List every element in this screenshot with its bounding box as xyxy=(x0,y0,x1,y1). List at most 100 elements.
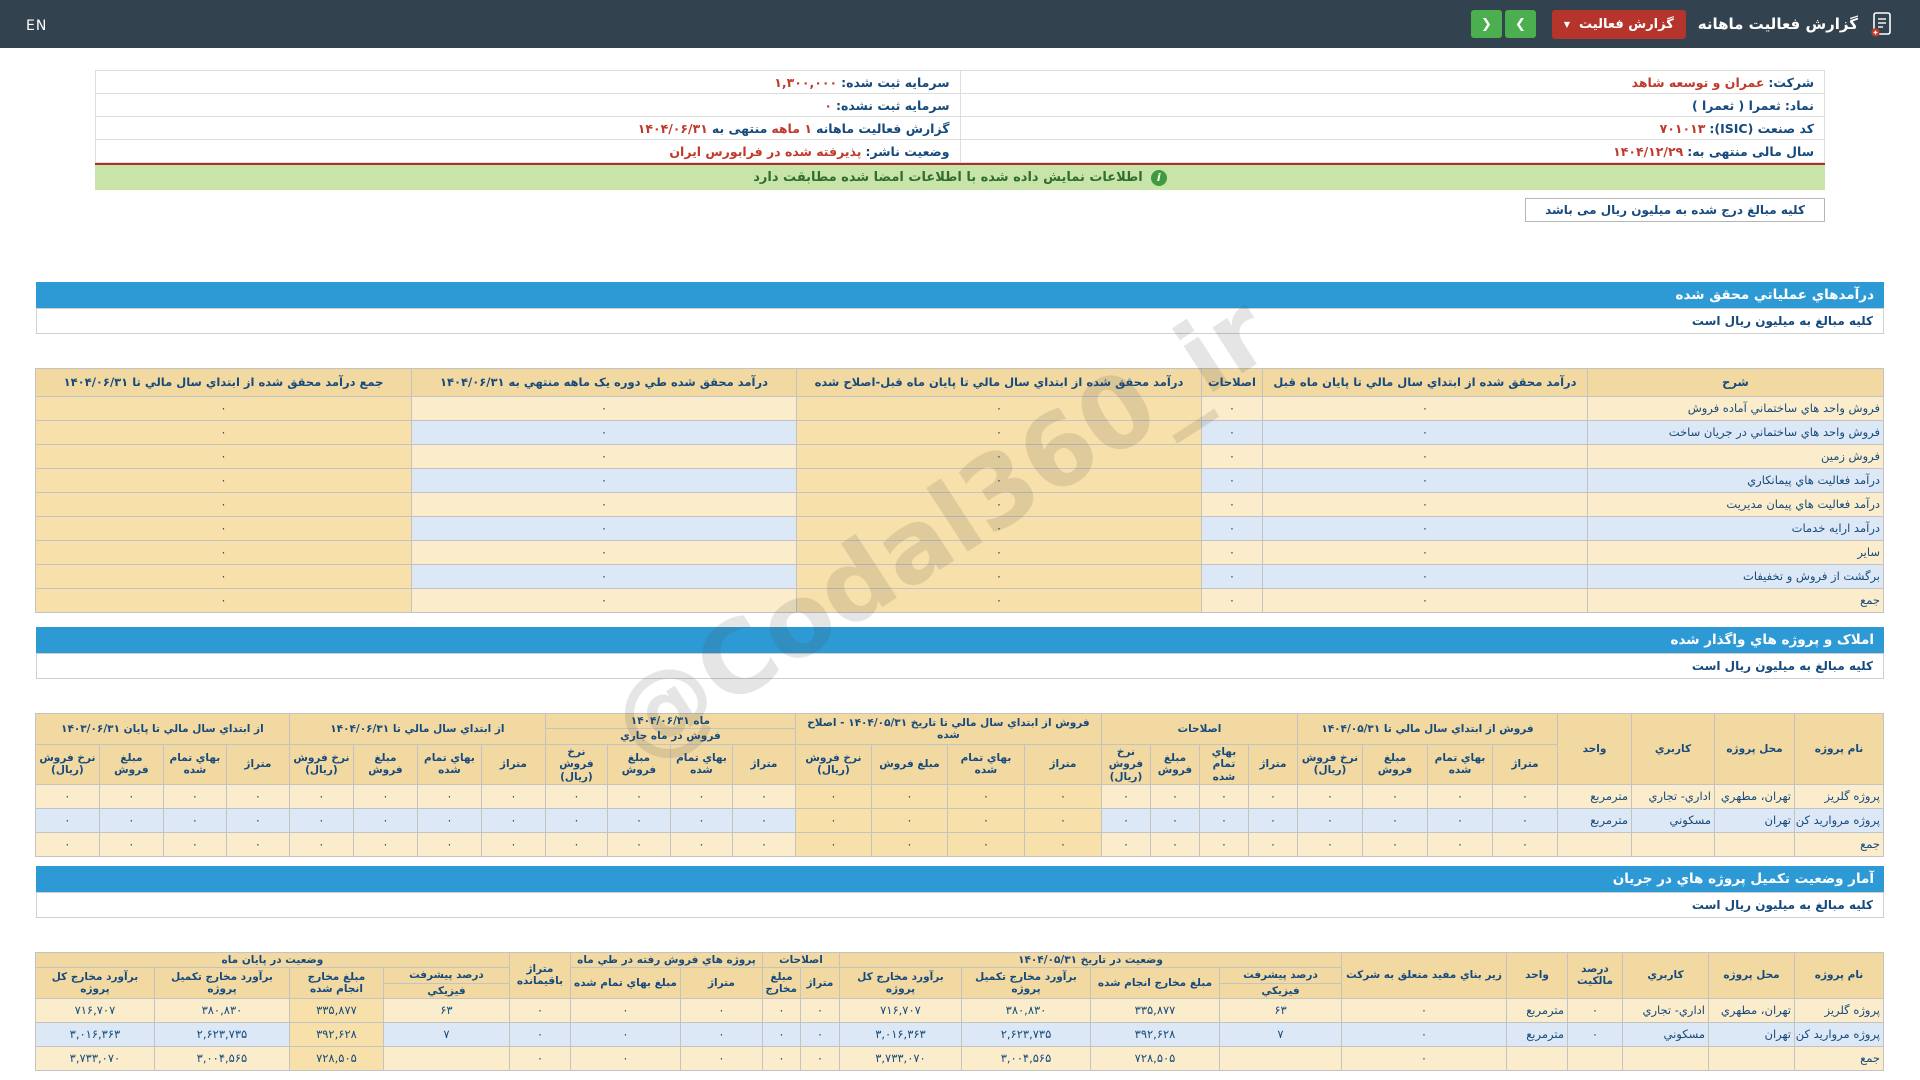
column-group-header: از ابتداي سال مالي تا ۱۴۰۴/۰۶/۳۱ xyxy=(289,714,545,745)
value-cell: تهران xyxy=(1715,808,1795,832)
value-cell: ۰ xyxy=(353,808,417,832)
value-cell: ۰ xyxy=(732,832,795,856)
value-cell: تهران، مطهري xyxy=(1709,999,1795,1023)
value-cell: ۰ xyxy=(509,999,570,1023)
table-header-row: شرح درآمد محقق شده از ابتداي سال مالي تا… xyxy=(36,369,1884,397)
column-header: متراژ xyxy=(732,744,795,784)
issuer-status-label: وضعیت ناشر: xyxy=(865,144,949,159)
column-header: نام پروژه xyxy=(1795,952,1884,998)
value-cell: ۰ xyxy=(412,397,797,421)
value-cell: ۳,۰۰۴,۵۶۵ xyxy=(962,1047,1091,1071)
column-header: متراژ xyxy=(680,968,762,999)
table-header-row: نام پروژه محل پروژه کاربري واحد فروش از … xyxy=(35,714,1883,729)
column-header: نرخ فروش (ريال) xyxy=(545,744,607,784)
value-cell: ۰ xyxy=(36,541,412,565)
value-cell: ۰ xyxy=(35,832,99,856)
value-cell: ۰ xyxy=(797,421,1202,445)
report-icon[interactable] xyxy=(1870,10,1894,38)
section-title-bar: درآمدهاي عملياتي محقق شده xyxy=(36,282,1884,308)
column-header: بهاي تمام شده xyxy=(163,744,226,784)
column-header: بهاي تمام شده xyxy=(417,744,481,784)
value-cell: ۰ xyxy=(1202,517,1263,541)
value-cell: اداري- تجاري xyxy=(1623,999,1709,1023)
value-cell: ۰ xyxy=(570,1047,680,1071)
value-cell: ۰ xyxy=(35,808,99,832)
table-row: درآمد فعاليت هاي پيمانکاري۰۰۰۰۰ xyxy=(36,469,1884,493)
company-info-table: شرکت: عمران و توسعه شاهد سرمایه ثبت شده:… xyxy=(95,70,1825,163)
value-cell: ۰ xyxy=(732,808,795,832)
value-cell: مترمربع xyxy=(1558,784,1632,808)
row-label-cell: پروژه گلريز xyxy=(1795,784,1884,808)
chevron-down-icon: ▼ xyxy=(1564,20,1570,29)
column-header: درآمد محقق شده از ابتداي سال مالي تا پاي… xyxy=(797,369,1202,397)
projects-progress-table: نام پروژه محل پروژه کاربري درصد مالکيت و… xyxy=(35,952,1884,1071)
column-header: متراژ xyxy=(800,968,839,999)
value-cell xyxy=(1715,832,1795,856)
column-group-header: اصلاحات xyxy=(762,952,839,967)
value-cell xyxy=(383,1047,509,1071)
value-cell: ۰ xyxy=(1202,493,1263,517)
value-cell: ۰ xyxy=(163,784,226,808)
next-report-button[interactable]: ❯ xyxy=(1505,10,1536,38)
value-cell: ۰ xyxy=(670,832,732,856)
value-cell: ۰ xyxy=(871,784,947,808)
language-toggle[interactable]: EN xyxy=(26,18,47,34)
column-group-header: فروش در ماه جاري xyxy=(545,729,795,744)
value-cell: ۰ xyxy=(1297,808,1362,832)
value-cell: ۰ xyxy=(570,999,680,1023)
column-header: مبلغ فروش xyxy=(1150,744,1199,784)
value-cell: ۰ xyxy=(353,784,417,808)
value-cell: ۲,۶۲۳,۷۳۵ xyxy=(154,1023,289,1047)
value-cell: ۰ xyxy=(1024,832,1101,856)
report-type-dropdown[interactable]: گزارش فعالیت ▼ xyxy=(1552,10,1686,39)
column-group-header: ماه ۱۴۰۴/۰۶/۳۱ xyxy=(545,714,795,729)
column-group-header: پروژه هاي فروش رفته در طي ماه xyxy=(570,952,762,967)
value-cell: ۰ xyxy=(1248,784,1297,808)
amounts-unit-note-box: کلیه مبالغ درج شده به میلیون ریال می باش… xyxy=(1525,198,1825,222)
row-label-cell: ساير xyxy=(1588,541,1884,565)
value-cell: مترمربع xyxy=(1507,999,1568,1023)
column-header: مبلغ فروش xyxy=(353,744,417,784)
report-period-label: گزارش فعالیت ماهانه xyxy=(816,121,950,136)
column-header: فيزيکي xyxy=(383,983,509,998)
value-cell: ۰ xyxy=(1202,445,1263,469)
value-cell: ۰ xyxy=(1493,784,1558,808)
value-cell: ۳,۷۳۳,۰۷۰ xyxy=(839,1047,961,1071)
table-row: ساير۰۰۰۰۰ xyxy=(36,541,1884,565)
column-header: درصد پيشرفت xyxy=(1220,968,1342,983)
value-cell xyxy=(1507,1047,1568,1071)
value-cell: ۰ xyxy=(800,1047,839,1071)
registered-capital-label: سرمایه ثبت شده: xyxy=(841,75,949,90)
value-cell: ۰ xyxy=(762,999,800,1023)
value-cell: ۰ xyxy=(1199,784,1248,808)
value-cell: ۰ xyxy=(1202,565,1263,589)
value-cell: ۰ xyxy=(947,832,1024,856)
column-header: متراژ xyxy=(1024,744,1101,784)
value-cell: ۰ xyxy=(1150,784,1199,808)
column-header: مبلغ فروش xyxy=(1363,744,1428,784)
column-header: کاربري xyxy=(1623,952,1709,998)
company-value: عمران و توسعه شاهد xyxy=(1632,75,1765,90)
value-cell: ۰ xyxy=(797,445,1202,469)
value-cell: ۰ xyxy=(1199,832,1248,856)
value-cell: ۲,۶۲۳,۷۳۵ xyxy=(962,1023,1091,1047)
table-header-row: نام پروژه محل پروژه کاربري درصد مالکيت و… xyxy=(35,952,1883,967)
table-row: پروژه مرواريد کنتهرانمسکونيمترمربع۰۰۰۰۰۰… xyxy=(35,808,1883,832)
table-row: برگشت از فروش و تخفيفات۰۰۰۰۰ xyxy=(36,565,1884,589)
value-cell: ۰ xyxy=(947,808,1024,832)
value-cell: ۰ xyxy=(800,1023,839,1047)
value-cell: ۰ xyxy=(1263,469,1588,493)
value-cell: ۰ xyxy=(1202,589,1263,613)
value-cell: ۰ xyxy=(797,565,1202,589)
value-cell: ۰ xyxy=(797,397,1202,421)
column-header: برآورد مخارج کل پروژه xyxy=(35,968,154,999)
column-header: نرخ فروش (ريال) xyxy=(795,744,871,784)
column-header: درآمد محقق شده طي دوره يک ماهه منتهي به … xyxy=(412,369,797,397)
value-cell: ۰ xyxy=(797,589,1202,613)
value-cell: ۰ xyxy=(1101,808,1150,832)
value-cell: ۷ xyxy=(1220,1023,1342,1047)
company-label: شرکت: xyxy=(1768,75,1814,90)
previous-report-button[interactable]: ❮ xyxy=(1471,10,1502,38)
value-cell: ۰ xyxy=(670,808,732,832)
value-cell: ۰ xyxy=(607,784,670,808)
